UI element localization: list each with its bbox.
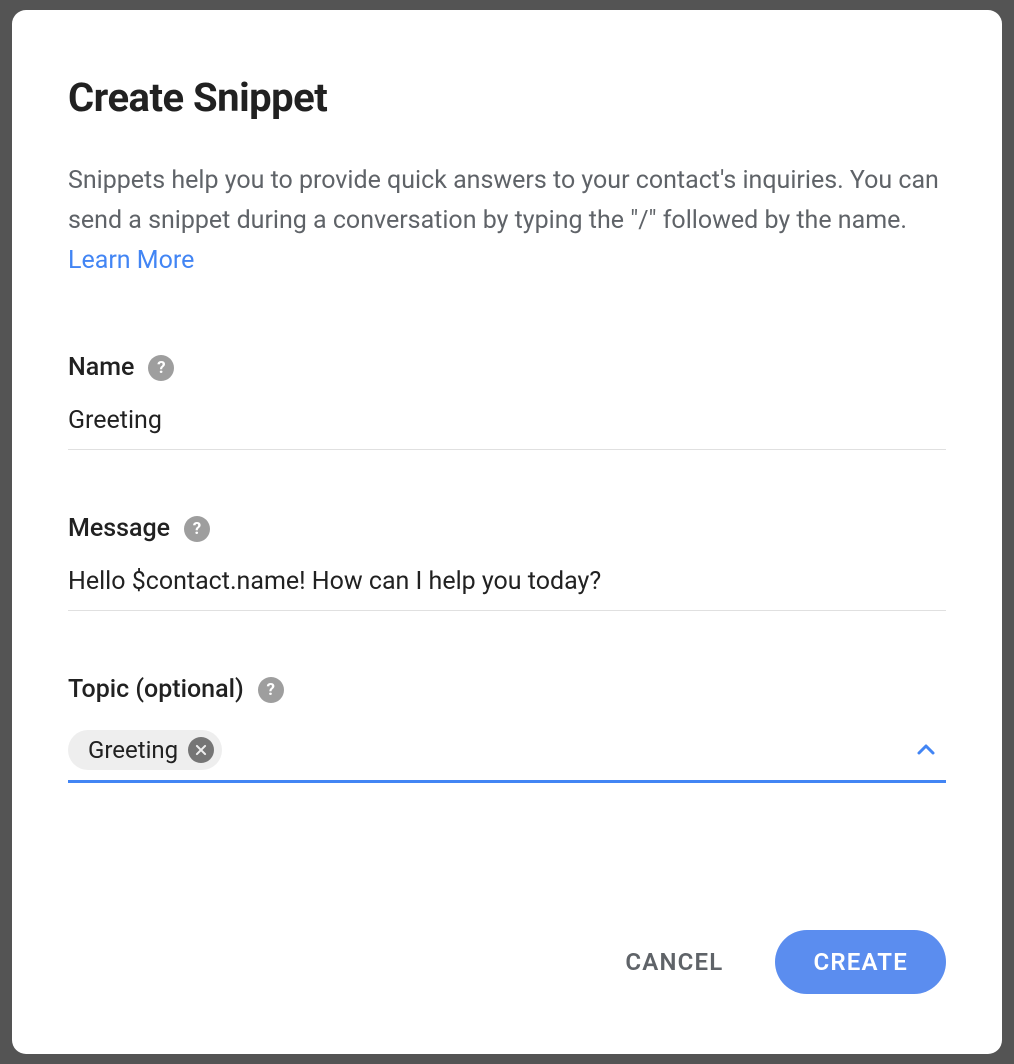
help-icon[interactable]: ?	[184, 516, 210, 542]
topic-input[interactable]: Greeting	[68, 722, 946, 783]
topic-chip-label: Greeting	[88, 736, 178, 764]
dialog-title: Create Snippet	[68, 74, 946, 121]
message-input[interactable]	[68, 561, 946, 611]
cancel-button[interactable]: CANCEL	[613, 932, 735, 992]
name-label: Name	[68, 353, 134, 382]
dialog-footer: CANCEL CREATE	[68, 930, 946, 1014]
dialog-description-text: Snippets help you to provide quick answe…	[68, 166, 939, 235]
topic-label: Topic (optional)	[68, 675, 244, 704]
name-input[interactable]	[68, 400, 946, 450]
message-label-row: Message ?	[68, 514, 946, 543]
help-icon[interactable]: ?	[148, 355, 174, 381]
name-label-row: Name ?	[68, 353, 946, 382]
topic-field-group: Topic (optional) ? Greeting	[68, 675, 946, 783]
create-snippet-dialog: Create Snippet Snippets help you to prov…	[12, 10, 1002, 1054]
help-icon[interactable]: ?	[258, 677, 284, 703]
learn-more-link[interactable]: Learn More	[68, 246, 194, 275]
create-button[interactable]: CREATE	[775, 930, 946, 994]
dialog-description: Snippets help you to provide quick answe…	[68, 161, 946, 281]
message-field-group: Message ?	[68, 514, 946, 611]
topic-chip: Greeting	[68, 730, 222, 770]
message-label: Message	[68, 514, 170, 543]
chevron-up-icon[interactable]	[906, 734, 946, 766]
topic-label-row: Topic (optional) ?	[68, 675, 946, 704]
close-icon[interactable]	[188, 737, 214, 763]
name-field-group: Name ?	[68, 353, 946, 450]
